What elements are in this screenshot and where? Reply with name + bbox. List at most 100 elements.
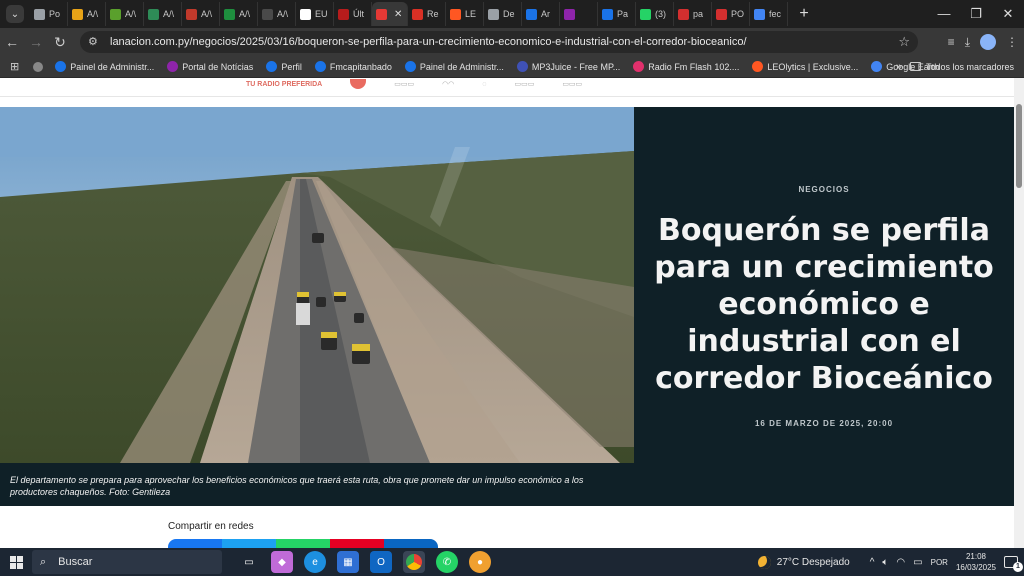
forward-button[interactable]: → (24, 34, 48, 50)
tab-title: A/\ (239, 9, 251, 19)
share-button[interactable] (384, 539, 438, 548)
bookmark-item[interactable]: Fmcapitanbado (314, 61, 392, 72)
browser-tab[interactable]: Re (408, 2, 446, 26)
bookmark-star-icon[interactable]: ☆ (898, 34, 910, 50)
tab-title: A/\ (277, 9, 289, 19)
bookmark-label: Perfil (281, 61, 302, 72)
menu-kebab-icon[interactable]: ⋮ (1006, 35, 1018, 49)
bookmark-item[interactable]: MP3Juice - Free MP... (516, 61, 620, 72)
partner-logo-3: ◠◠ (442, 81, 455, 88)
article-hero: NEGOCIOS Boquerón se perfila para un cre… (0, 107, 1014, 506)
bookmark-item[interactable]: Radio Fm Flash 102.... (633, 61, 739, 72)
language-indicator[interactable]: POR (931, 558, 948, 567)
site-info-icon[interactable]: ⚙ (88, 35, 102, 49)
all-bookmarks-button[interactable]: Todos los marcadores (909, 61, 1014, 72)
download-icon[interactable]: ⤓ (965, 35, 970, 50)
tab-title: Pa (617, 9, 629, 19)
taskbar-search[interactable]: ⌕ Buscar (32, 550, 222, 574)
share-button[interactable] (222, 539, 276, 548)
browser-tab[interactable]: Po (30, 2, 68, 26)
share-button[interactable] (330, 539, 384, 548)
tab-favicon-icon (564, 8, 575, 20)
bookmark-favicon-icon (633, 61, 645, 72)
reload-button[interactable]: ↻ (48, 34, 72, 51)
browser-tab[interactable]: Ar (522, 2, 560, 26)
browser-tab[interactable]: A/\ (144, 2, 182, 26)
browser-toolbar: ← → ↻ ⚙ lanacion.com.py/negocios/2025/03… (0, 28, 1024, 56)
media-control-icon[interactable]: ≡ (948, 35, 955, 49)
browser-tab[interactable]: PO (712, 2, 750, 26)
tab-search-button[interactable]: ⌄ (6, 5, 24, 23)
bookmark-item[interactable]: Painel de Administr... (55, 61, 154, 72)
bookmark-item[interactable]: Portal de Notícias (167, 61, 253, 72)
browser-tab[interactable]: EU (296, 2, 334, 26)
clock-time: 21:08 (965, 552, 986, 561)
notification-icon[interactable]: 1 (1004, 556, 1023, 572)
bookmark-item[interactable]: Painel de Administr... (404, 61, 504, 72)
tab-title: LE (465, 9, 477, 19)
close-tab-icon[interactable]: ✕ (394, 9, 402, 20)
tab-favicon-icon (678, 8, 689, 20)
tab-strip: ⌄ Po A/\ A/\ A/\ A/\ A/\ A/\ EU Últ ✕ Re LE De Ar Pa (3… (0, 0, 1024, 28)
start-button[interactable] (0, 555, 32, 569)
browser-tab[interactable]: Pa (598, 2, 636, 26)
browser-tab[interactable] (560, 2, 598, 26)
page-scrollbar[interactable] (1014, 78, 1024, 548)
bookmark-favicon-icon (871, 61, 883, 72)
bookmarks-overflow-button[interactable]: » (896, 61, 902, 73)
browser-tab[interactable]: De (484, 2, 522, 26)
all-bookmarks-label: Todos los marcadores (925, 61, 1014, 72)
browser-tab[interactable]: ✕ (372, 2, 408, 26)
apps-grid-icon[interactable]: ⊞ (10, 60, 19, 73)
minimize-button[interactable]: — (928, 0, 960, 28)
browser-tab[interactable]: A/\ (106, 2, 144, 26)
tab-title: A/\ (201, 9, 213, 19)
share-label: Compartir en redes (168, 521, 254, 532)
close-window-button[interactable]: ✕ (992, 0, 1024, 28)
profile-avatar[interactable] (980, 34, 996, 50)
bookmarks-bar: ⊞ Painel de Administr... Portal de Notíci… (0, 56, 1024, 78)
browser-tab[interactable]: (3) (636, 2, 674, 26)
browser-tab[interactable]: pa (674, 2, 712, 26)
browser-tab[interactable]: Últ (334, 2, 372, 26)
tab-favicon-icon (224, 8, 235, 20)
task-view-icon[interactable]: ▭ (238, 551, 260, 573)
new-tab-button[interactable]: + (796, 5, 812, 23)
volume-icon[interactable]: 🔈︎ (882, 557, 888, 568)
outlook-icon[interactable]: O (370, 551, 392, 573)
browser-tab[interactable]: A/\ (68, 2, 106, 26)
edge-icon[interactable]: e (304, 551, 326, 573)
browser-tab[interactable]: LE (446, 2, 484, 26)
tab-favicon-icon (72, 8, 83, 20)
battery-icon[interactable]: ▭ (913, 557, 922, 568)
browser-tab[interactable]: A/\ (258, 2, 296, 26)
article-headline: Boquerón se perfila para un crecimiento … (654, 213, 994, 396)
whatsapp-icon[interactable]: ✆ (436, 551, 458, 573)
browser-tab[interactable]: A/\ (220, 2, 258, 26)
url-text[interactable]: lanacion.com.py/negocios/2025/03/16/boqu… (110, 36, 747, 48)
back-button[interactable]: ← (0, 34, 24, 50)
scrollbar-thumb[interactable] (1016, 104, 1022, 188)
article-section-label[interactable]: NEGOCIOS (798, 185, 849, 194)
network-icon[interactable]: ◠ (896, 557, 905, 568)
tab-title: (3) (655, 9, 666, 19)
store-icon[interactable]: ▦ (337, 551, 359, 573)
weather-widget[interactable]: 27°C Despejado (757, 555, 850, 569)
bookmark-label: Radio Fm Flash 102.... (648, 61, 740, 72)
browser-tab[interactable]: fec (750, 2, 788, 26)
browser-tab[interactable]: A/\ (182, 2, 220, 26)
chrome-profile-icon[interactable]: ● (469, 551, 491, 573)
tab-favicon-icon (754, 8, 765, 20)
chrome-icon[interactable] (403, 551, 425, 573)
clock[interactable]: 21:08 16/03/2025 (956, 551, 996, 573)
maximize-button[interactable]: ❐ (960, 0, 992, 28)
show-hidden-icons[interactable]: ^ (870, 557, 875, 568)
share-button[interactable] (168, 539, 222, 548)
bookmark-item[interactable]: LEOlytics | Exclusive... (752, 61, 858, 72)
tab-favicon-icon (34, 8, 45, 20)
address-bar[interactable]: ⚙ lanacion.com.py/negocios/2025/03/16/bo… (80, 31, 918, 53)
copilot-icon[interactable]: ◆ (271, 551, 293, 573)
bookmark-globe-icon[interactable] (33, 61, 47, 72)
share-button[interactable] (276, 539, 330, 548)
bookmark-item[interactable]: Perfil (266, 61, 302, 72)
